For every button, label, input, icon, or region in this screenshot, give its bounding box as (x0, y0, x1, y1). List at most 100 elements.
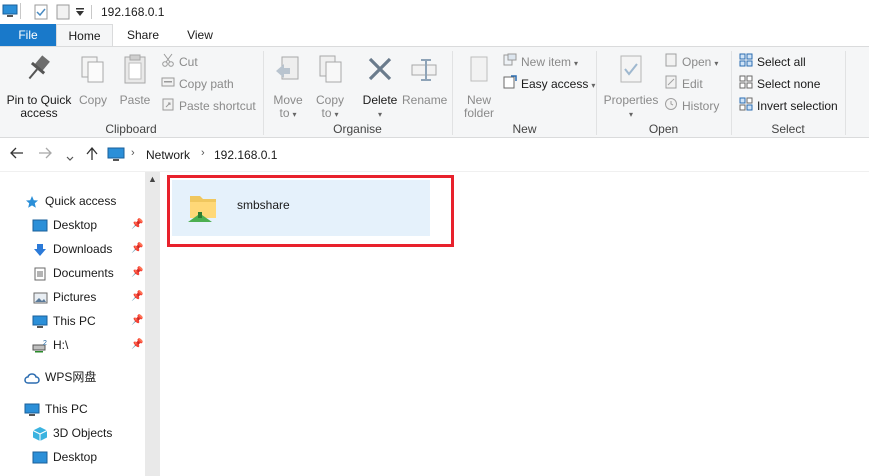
forward-arrow-icon[interactable] (38, 147, 52, 162)
select-all-button[interactable]: Select all (739, 52, 806, 72)
download-arrow-icon (33, 242, 47, 264)
nav-label: Desktop (53, 450, 98, 464)
copy-label: Copy (78, 93, 107, 107)
nav-item-wps-cloud[interactable]: WPS网盘 (0, 366, 145, 388)
nav-item-h-drive[interactable]: 2 H:\ 📌 (0, 334, 145, 356)
scroll-up-icon[interactable]: ▲ (145, 174, 160, 188)
address-bar-row: › Network › 192.168.0.1 (0, 138, 869, 172)
tab-view[interactable]: View (176, 24, 224, 46)
copy-to-button[interactable]: Copy to ▾ (312, 53, 348, 121)
easy-access-icon (503, 75, 517, 95)
select-none-label: Select none (757, 77, 821, 91)
up-arrow-icon[interactable] (86, 146, 98, 164)
new-item-label: New item (521, 55, 572, 69)
title-bar: 192.168.0.1 (0, 0, 869, 24)
organise-group-label: Organise (333, 122, 382, 136)
pin-icon[interactable]: 📌 (131, 214, 143, 236)
rename-label: Rename (402, 93, 448, 107)
easy-access-label: Easy access (521, 77, 589, 91)
nav-item-3d-objects[interactable]: 3D Objects (0, 422, 145, 444)
delete-label: Delete (362, 93, 398, 107)
tab-home[interactable]: Home (56, 24, 113, 46)
history-button[interactable]: History (664, 96, 719, 116)
nav-scrollbar[interactable] (145, 172, 160, 476)
open-button[interactable]: Open ▾ (664, 52, 718, 72)
scissors-icon (161, 53, 175, 73)
pin-to-quick-access-button[interactable]: Pin to Quick access (4, 53, 74, 120)
breadcrumb-ip[interactable]: 192.168.0.1 (214, 148, 277, 162)
copy-to-icon (312, 53, 348, 90)
open-label: Open (682, 55, 712, 69)
invert-selection-icon (739, 97, 753, 117)
computer-icon (32, 314, 48, 336)
select-none-button[interactable]: Select none (739, 74, 820, 94)
nav-item-desktop-pc[interactable]: Desktop (0, 446, 145, 468)
pin-icon[interactable]: 📌 (131, 286, 143, 308)
nav-label: This PC (45, 402, 88, 416)
copy-path-icon (161, 75, 175, 95)
select-all-label: Select all (757, 55, 806, 69)
move-to-button[interactable]: Move to ▾ (270, 53, 306, 121)
new-item-icon (503, 53, 517, 73)
tab-share[interactable]: Share (116, 24, 170, 46)
pin-icon[interactable]: 📌 (131, 262, 143, 284)
pin-icon[interactable]: 📌 (131, 310, 143, 332)
pin-icon (4, 53, 74, 90)
breadcrumb-chevron-icon[interactable]: › (201, 147, 205, 159)
pin-label-line2: access (20, 106, 58, 120)
new-folder-button[interactable]: New folder (458, 53, 500, 120)
nav-label: Documents (53, 266, 114, 280)
nav-label: Desktop (53, 218, 98, 232)
breadcrumb-network[interactable]: Network (146, 148, 190, 162)
computer-icon (24, 402, 40, 424)
pin-label-line1: Pin to Quick (6, 93, 72, 107)
back-arrow-icon[interactable] (10, 147, 24, 162)
select-all-icon (739, 53, 753, 73)
network-drive-icon: 2 (32, 338, 48, 360)
properties-button[interactable]: Properties ▾ (602, 53, 660, 121)
nav-label: Downloads (53, 242, 113, 256)
invert-selection-button[interactable]: Invert selection (739, 96, 838, 116)
rename-icon (402, 53, 446, 90)
open-icon (664, 53, 678, 73)
edit-button[interactable]: Edit (664, 74, 703, 94)
copy-path-button[interactable]: Copy path (161, 74, 234, 94)
new-folder-quick-icon[interactable] (56, 4, 70, 23)
recent-locations-chevron-icon[interactable] (66, 150, 74, 165)
pictures-icon (33, 290, 48, 312)
move-to-label-line1: Move (273, 93, 303, 107)
customize-quick-access-icon[interactable] (75, 6, 85, 20)
paste-shortcut-button[interactable]: Paste shortcut (161, 96, 256, 116)
properties-icon (602, 53, 660, 90)
paste-button[interactable]: Paste (116, 53, 154, 107)
address-input[interactable]: › Network › 192.168.0.1 (103, 144, 869, 166)
nav-item-documents[interactable]: Documents 📌 (0, 262, 145, 284)
cut-button[interactable]: Cut (161, 52, 198, 72)
nav-item-this-pc-pinned[interactable]: This PC 📌 (0, 310, 145, 332)
ribbon: Pin to Quick access Copy Paste Cut Copy … (0, 46, 869, 138)
easy-access-button[interactable]: Easy access ▾ (503, 74, 595, 94)
group-separator (845, 51, 846, 135)
pin-icon[interactable]: 📌 (131, 238, 143, 260)
pin-icon[interactable]: 📌 (131, 334, 143, 356)
nav-item-this-pc[interactable]: This PC (0, 398, 145, 420)
delete-button[interactable]: Delete ▾ (360, 53, 400, 121)
new-item-button[interactable]: New item ▾ (503, 52, 578, 72)
nav-label: Quick access (45, 194, 117, 208)
title-bar-separator (20, 3, 22, 22)
breadcrumb-chevron-icon[interactable]: › (131, 147, 135, 159)
computer-icon[interactable] (2, 4, 18, 21)
properties-quick-icon[interactable] (34, 4, 48, 23)
nav-item-pictures[interactable]: Pictures 📌 (0, 286, 145, 308)
nav-item-desktop[interactable]: Desktop 📌 (0, 214, 145, 236)
navigation-pane: Quick access Desktop 📌 Downloads 📌 Docum… (0, 172, 160, 476)
nav-label: Pictures (53, 290, 97, 304)
red-highlight-box (167, 175, 454, 247)
copy-button[interactable]: Copy (76, 53, 110, 107)
rename-button[interactable]: Rename (402, 53, 448, 107)
nav-item-quick-access[interactable]: Quick access (0, 190, 145, 212)
cut-label: Cut (179, 55, 198, 69)
file-list: smbshare (160, 172, 869, 476)
nav-item-downloads[interactable]: Downloads 📌 (0, 238, 145, 260)
tab-file[interactable]: File (0, 24, 56, 46)
